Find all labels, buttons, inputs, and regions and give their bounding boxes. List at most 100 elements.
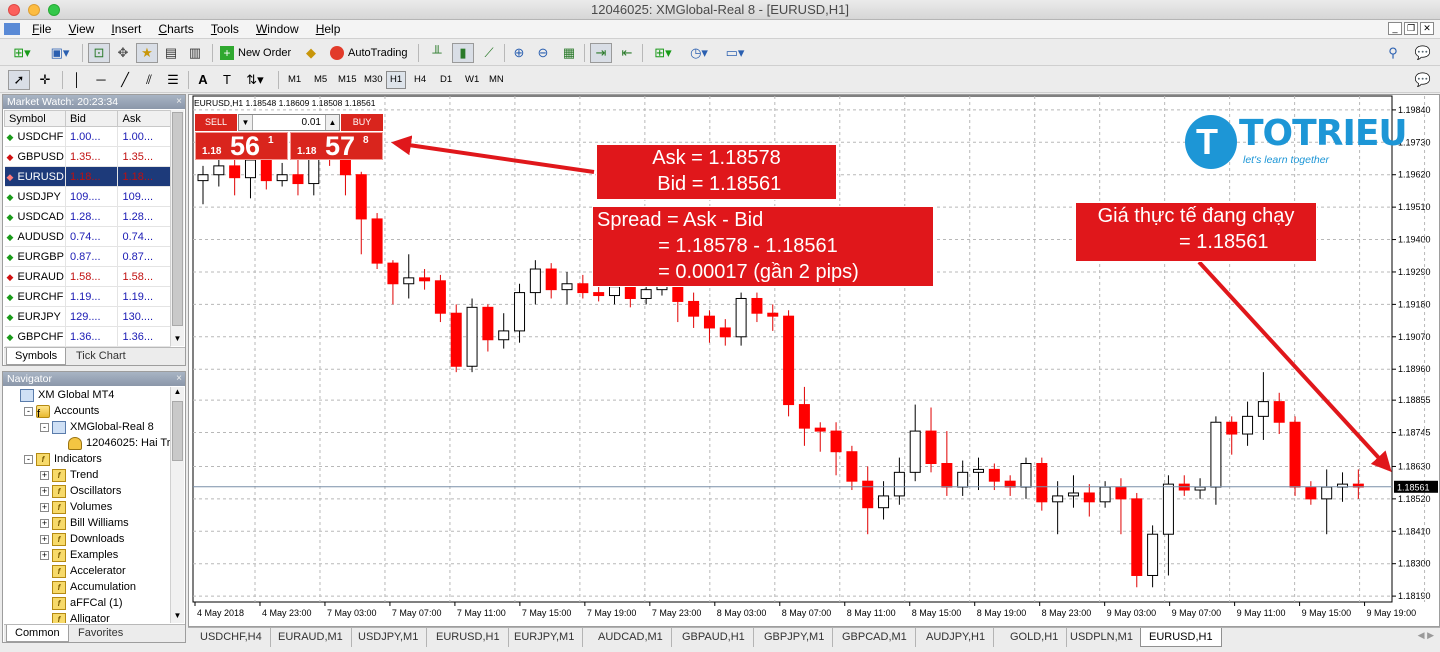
candle-body[interactable] bbox=[624, 286, 636, 299]
candle-body[interactable] bbox=[276, 174, 288, 182]
timeframe-m5[interactable]: M5 bbox=[310, 71, 331, 89]
trendline-icon[interactable]: ╱ bbox=[114, 70, 136, 90]
symbol-tab[interactable]: AUDCAD,M1 bbox=[590, 628, 672, 647]
scroll-up-icon[interactable]: ▲ bbox=[171, 387, 184, 399]
sell-price-button[interactable]: 1.18 56 1 bbox=[195, 131, 288, 161]
navigator-item[interactable]: + f Oscillators bbox=[4, 483, 171, 499]
candle-body[interactable] bbox=[830, 430, 842, 453]
expand-icon[interactable]: + bbox=[40, 503, 49, 512]
candle-body[interactable] bbox=[1067, 492, 1079, 497]
zoom-out-icon[interactable]: ⊖ bbox=[532, 43, 554, 63]
candle-body[interactable] bbox=[1052, 495, 1064, 503]
equidistant-channel-icon[interactable]: ⫽ bbox=[138, 70, 160, 90]
candle-body[interactable] bbox=[403, 277, 415, 285]
tab-tick-chart[interactable]: Tick Chart bbox=[68, 348, 134, 365]
candle-body[interactable] bbox=[355, 174, 367, 220]
symbol-cell[interactable]: ◆ EURUSD bbox=[4, 166, 66, 187]
candle-body[interactable] bbox=[1115, 486, 1127, 500]
symbol-tab[interactable]: EURJPY,M1 bbox=[506, 628, 584, 647]
candle-body[interactable] bbox=[941, 463, 953, 488]
candle-body[interactable] bbox=[498, 330, 510, 341]
candle-body[interactable] bbox=[1131, 498, 1143, 576]
symbol-tab[interactable]: EURUSD,H1 bbox=[1140, 628, 1222, 647]
sell-button[interactable]: SELL bbox=[195, 114, 237, 131]
candle-body[interactable] bbox=[419, 277, 431, 282]
market-watch-row[interactable]: ◆ EURUSD 1.18... 1.18... bbox=[4, 166, 171, 187]
symbol-cell[interactable]: ◆ USDCHF bbox=[4, 126, 66, 147]
symbol-cell[interactable]: ◆ GBPCHF bbox=[4, 326, 66, 347]
navigator-item[interactable]: - f Accounts bbox=[4, 403, 171, 420]
tab-common[interactable]: Common bbox=[6, 625, 69, 642]
candle-body[interactable] bbox=[561, 283, 573, 291]
lot-increase-icon[interactable]: ▲ bbox=[325, 115, 339, 130]
navigator-item[interactable]: f Accelerator bbox=[4, 563, 171, 579]
timeframe-m15[interactable]: M15 bbox=[334, 71, 360, 89]
lot-decrease-icon[interactable]: ▼ bbox=[239, 115, 253, 130]
candle-body[interactable] bbox=[1162, 483, 1174, 535]
market-watch-scrollbar[interactable]: ▼ bbox=[170, 110, 184, 346]
candlestick-chart-icon[interactable]: ▮ bbox=[452, 43, 474, 63]
periods-clock-icon[interactable]: ◷▾ bbox=[684, 43, 714, 63]
candle-body[interactable] bbox=[878, 495, 890, 509]
timeframe-w1[interactable]: W1 bbox=[461, 71, 483, 89]
column-ask[interactable]: Ask bbox=[117, 110, 171, 127]
symbol-tab[interactable]: GBPJPY,M1 bbox=[756, 628, 834, 647]
tab-favorites[interactable]: Favorites bbox=[70, 625, 131, 642]
bar-chart-icon[interactable]: ╨ bbox=[426, 43, 448, 63]
vertical-line-icon[interactable]: │ bbox=[66, 70, 88, 90]
market-watch-row[interactable]: ◆ EURCHF 1.19... 1.19... bbox=[4, 286, 171, 307]
candle-body[interactable] bbox=[482, 306, 494, 341]
market-watch-row[interactable]: ◆ GBPCHF 1.36... 1.36... bbox=[4, 326, 171, 347]
buy-button[interactable]: BUY bbox=[341, 114, 383, 131]
candle-body[interactable] bbox=[973, 468, 985, 473]
column-symbol[interactable]: Symbol bbox=[4, 110, 66, 127]
symbol-tab[interactable]: GBPAUD,H1 bbox=[674, 628, 754, 647]
navigator-item[interactable]: - f Indicators bbox=[4, 451, 171, 467]
mdi-minimize-icon[interactable]: _ bbox=[1388, 22, 1402, 35]
candle-body[interactable] bbox=[1083, 492, 1095, 503]
minimize-window-button[interactable] bbox=[28, 4, 40, 16]
scroll-down-icon[interactable]: ▼ bbox=[171, 611, 184, 623]
navigator-item[interactable]: + f Bill Williams bbox=[4, 515, 171, 531]
navigator-item[interactable]: - XMGlobal-Real 8 bbox=[4, 419, 171, 435]
column-bid[interactable]: Bid bbox=[64, 110, 119, 127]
candle-body[interactable] bbox=[1036, 463, 1048, 503]
candle-body[interactable] bbox=[1194, 486, 1206, 491]
strategy-tester-icon[interactable]: ▥ bbox=[184, 43, 206, 63]
scroll-down-icon[interactable]: ▼ bbox=[171, 334, 184, 346]
candle-body[interactable] bbox=[893, 471, 905, 497]
market-watch-row[interactable]: ◆ USDCHF 1.00... 1.00... bbox=[4, 126, 171, 147]
market-watch-row[interactable]: ◆ EURJPY 129.... 130.... bbox=[4, 306, 171, 327]
navigator-item[interactable]: XM Global MT4 bbox=[4, 387, 171, 403]
candle-body[interactable] bbox=[719, 327, 731, 338]
candle-body[interactable] bbox=[577, 283, 589, 294]
symbol-tab[interactable]: GBPCAD,M1 bbox=[834, 628, 916, 647]
arrows-icon[interactable]: ⇅▾ bbox=[240, 70, 270, 90]
new-order-button[interactable]: + New Order bbox=[218, 43, 291, 63]
navigator-scrollbar[interactable]: ▲ ▼ bbox=[170, 387, 184, 623]
candle-body[interactable] bbox=[751, 297, 763, 314]
text-icon[interactable]: A bbox=[192, 70, 214, 90]
profiles-icon[interactable]: ▣▾ bbox=[44, 43, 76, 63]
scrollbar-thumb[interactable] bbox=[172, 401, 183, 461]
navigator-item[interactable]: f Alligator bbox=[4, 611, 171, 623]
symbol-cell[interactable]: ◆ EURJPY bbox=[4, 306, 66, 327]
candle-body[interactable] bbox=[197, 174, 209, 182]
symbol-cell[interactable]: ◆ EURCHF bbox=[4, 286, 66, 307]
navigator-item[interactable]: + f Downloads bbox=[4, 531, 171, 547]
symbol-tab[interactable]: EURAUD,M1 bbox=[270, 628, 352, 647]
candle-body[interactable] bbox=[1147, 533, 1159, 576]
timeframe-h1[interactable]: H1 bbox=[386, 71, 407, 89]
expand-icon[interactable]: + bbox=[40, 487, 49, 496]
candle-body[interactable] bbox=[608, 286, 620, 297]
navigator-item[interactable]: + f Trend bbox=[4, 467, 171, 483]
templates-icon[interactable]: ▭▾ bbox=[720, 43, 750, 63]
candle-body[interactable] bbox=[688, 300, 700, 317]
candle-body[interactable] bbox=[434, 280, 446, 314]
symbol-tab[interactable]: EURUSD,H1 bbox=[428, 628, 509, 647]
candle-body[interactable] bbox=[514, 292, 526, 332]
timeframe-m30[interactable]: M30 bbox=[360, 71, 386, 89]
cursor-icon[interactable]: ➚ bbox=[8, 70, 30, 90]
symbol-cell[interactable]: ◆ EURAUD bbox=[4, 266, 66, 287]
candle-body[interactable] bbox=[1289, 421, 1301, 488]
